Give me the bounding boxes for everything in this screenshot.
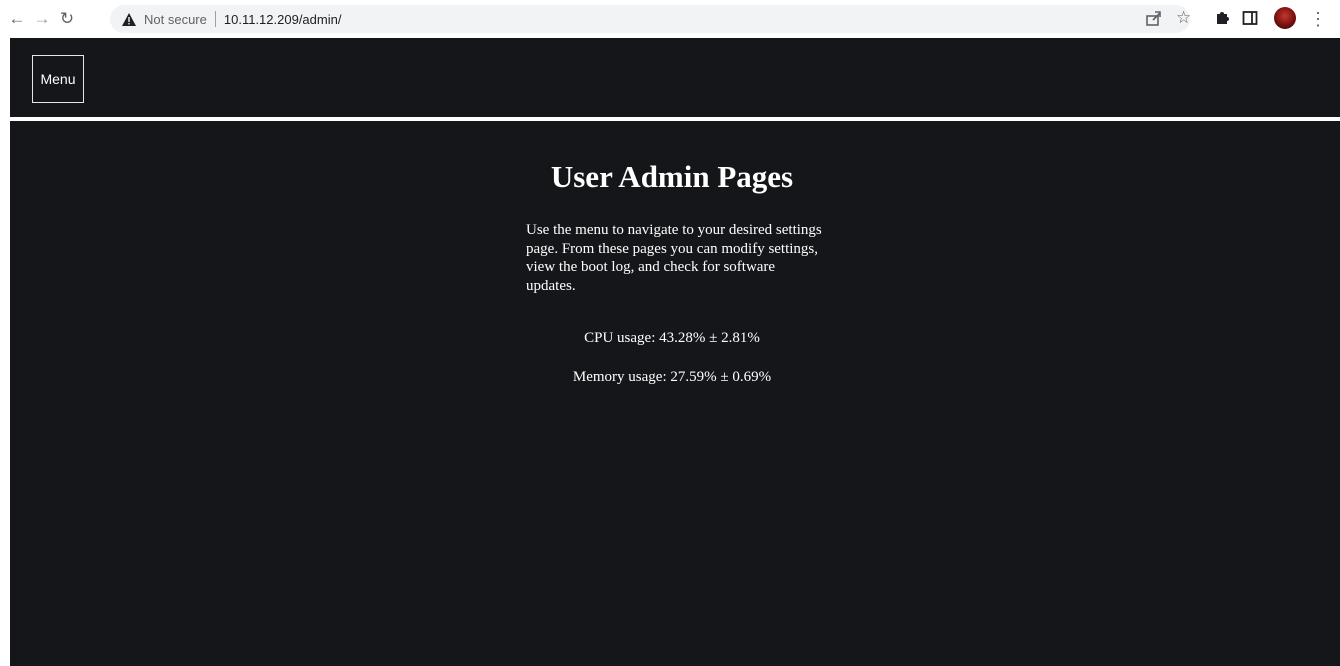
avatar[interactable] (1274, 7, 1296, 29)
security-status-label[interactable]: Not secure (144, 12, 207, 27)
url-text[interactable]: 10.11.12.209/admin/ (224, 12, 342, 27)
reload-icon[interactable]: ↻ (56, 8, 78, 30)
page-title: User Admin Pages (550, 159, 794, 194)
arrow-left-icon[interactable]: ← (6, 8, 28, 30)
arrow-right-icon[interactable]: → (31, 8, 53, 30)
intro-text: Use the menu to navigate to your desired… (526, 222, 822, 294)
cpu-usage-text: CPU usage: 43.28% ± 2.81% (584, 330, 760, 346)
warning-triangle-icon[interactable] (122, 12, 136, 26)
main-content: User Admin Pages Use the menu to navigat… (10, 121, 1340, 666)
share-icon[interactable] (1145, 9, 1165, 29)
omnibox-divider (214, 11, 216, 27)
browser-toolbar: ← → ↻ Not secure 10.11.12.209/admin/ ☆ ⋮ (0, 0, 1340, 38)
puzzle-icon[interactable] (1214, 9, 1234, 29)
kebab-icon[interactable]: ⋮ (1309, 8, 1327, 30)
address-bar[interactable]: Not secure 10.11.12.209/admin/ (110, 5, 1190, 33)
top-navigation: Menu (10, 38, 1340, 117)
memory-usage-text: Memory usage: 27.59% ± 0.69% (572, 369, 772, 385)
star-icon[interactable]: ☆ (1176, 8, 1196, 28)
side-panel-icon[interactable] (1242, 10, 1258, 26)
page-viewport: Menu User Admin Pages Use the menu to na… (10, 38, 1340, 666)
menu-button[interactable]: Menu (32, 55, 84, 103)
